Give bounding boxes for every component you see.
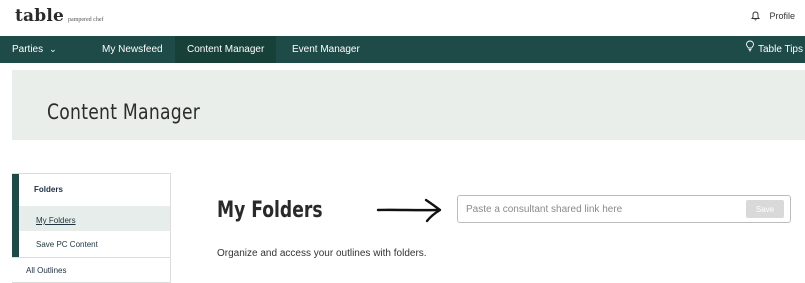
logo-main-text: table (15, 6, 65, 26)
section-description: Organize and access your outlines with f… (217, 248, 427, 259)
shared-link-input[interactable] (466, 200, 736, 218)
logo-sub-text: pampered chef (68, 17, 104, 23)
table-logo[interactable]: table pampered chef (15, 6, 104, 26)
sidebar-item-save-pc-content[interactable]: Save PC Content (36, 240, 98, 249)
bell-icon[interactable] (751, 11, 761, 21)
nav-item-my-newsfeed[interactable]: My Newsfeed (102, 36, 163, 63)
table-tips-link[interactable]: Table Tips (745, 36, 803, 63)
chevron-down-icon: ⌄ (49, 44, 57, 54)
nav-item-label: Parties (12, 44, 44, 55)
folders-sidebar: Folders My Folders Save PC Content All O… (12, 173, 171, 283)
main-nav: Parties ⌄ My Newsfeed Content Manager Eve… (0, 36, 805, 63)
sidebar-header: Folders (34, 185, 63, 194)
page-title: Content Manager (47, 100, 201, 124)
page-hero: Content Manager (12, 70, 805, 140)
nav-item-parties[interactable]: Parties ⌄ (12, 36, 57, 63)
sidebar-divider (12, 257, 170, 258)
lightbulb-icon (745, 36, 755, 63)
nav-item-label: Event Manager (292, 44, 360, 55)
arrow-right-icon (376, 196, 444, 229)
section-title: My Folders (217, 198, 323, 223)
profile-link[interactable]: Profile (769, 11, 795, 21)
sidebar-accent-bar (12, 174, 19, 257)
table-tips-label: Table Tips (757, 44, 803, 55)
nav-item-label: My Newsfeed (102, 44, 163, 55)
top-header: table pampered chef Profile (0, 0, 805, 36)
sidebar-item-my-folders[interactable]: My Folders (36, 216, 76, 225)
nav-item-content-manager[interactable]: Content Manager (175, 36, 277, 63)
profile-area[interactable]: Profile (751, 11, 795, 21)
nav-item-label: Content Manager (187, 44, 265, 55)
save-button[interactable]: Save (746, 200, 784, 218)
sidebar-item-all-outlines[interactable]: All Outlines (26, 266, 66, 275)
nav-item-event-manager[interactable]: Event Manager (292, 36, 360, 63)
shared-link-form: Save (457, 195, 791, 223)
